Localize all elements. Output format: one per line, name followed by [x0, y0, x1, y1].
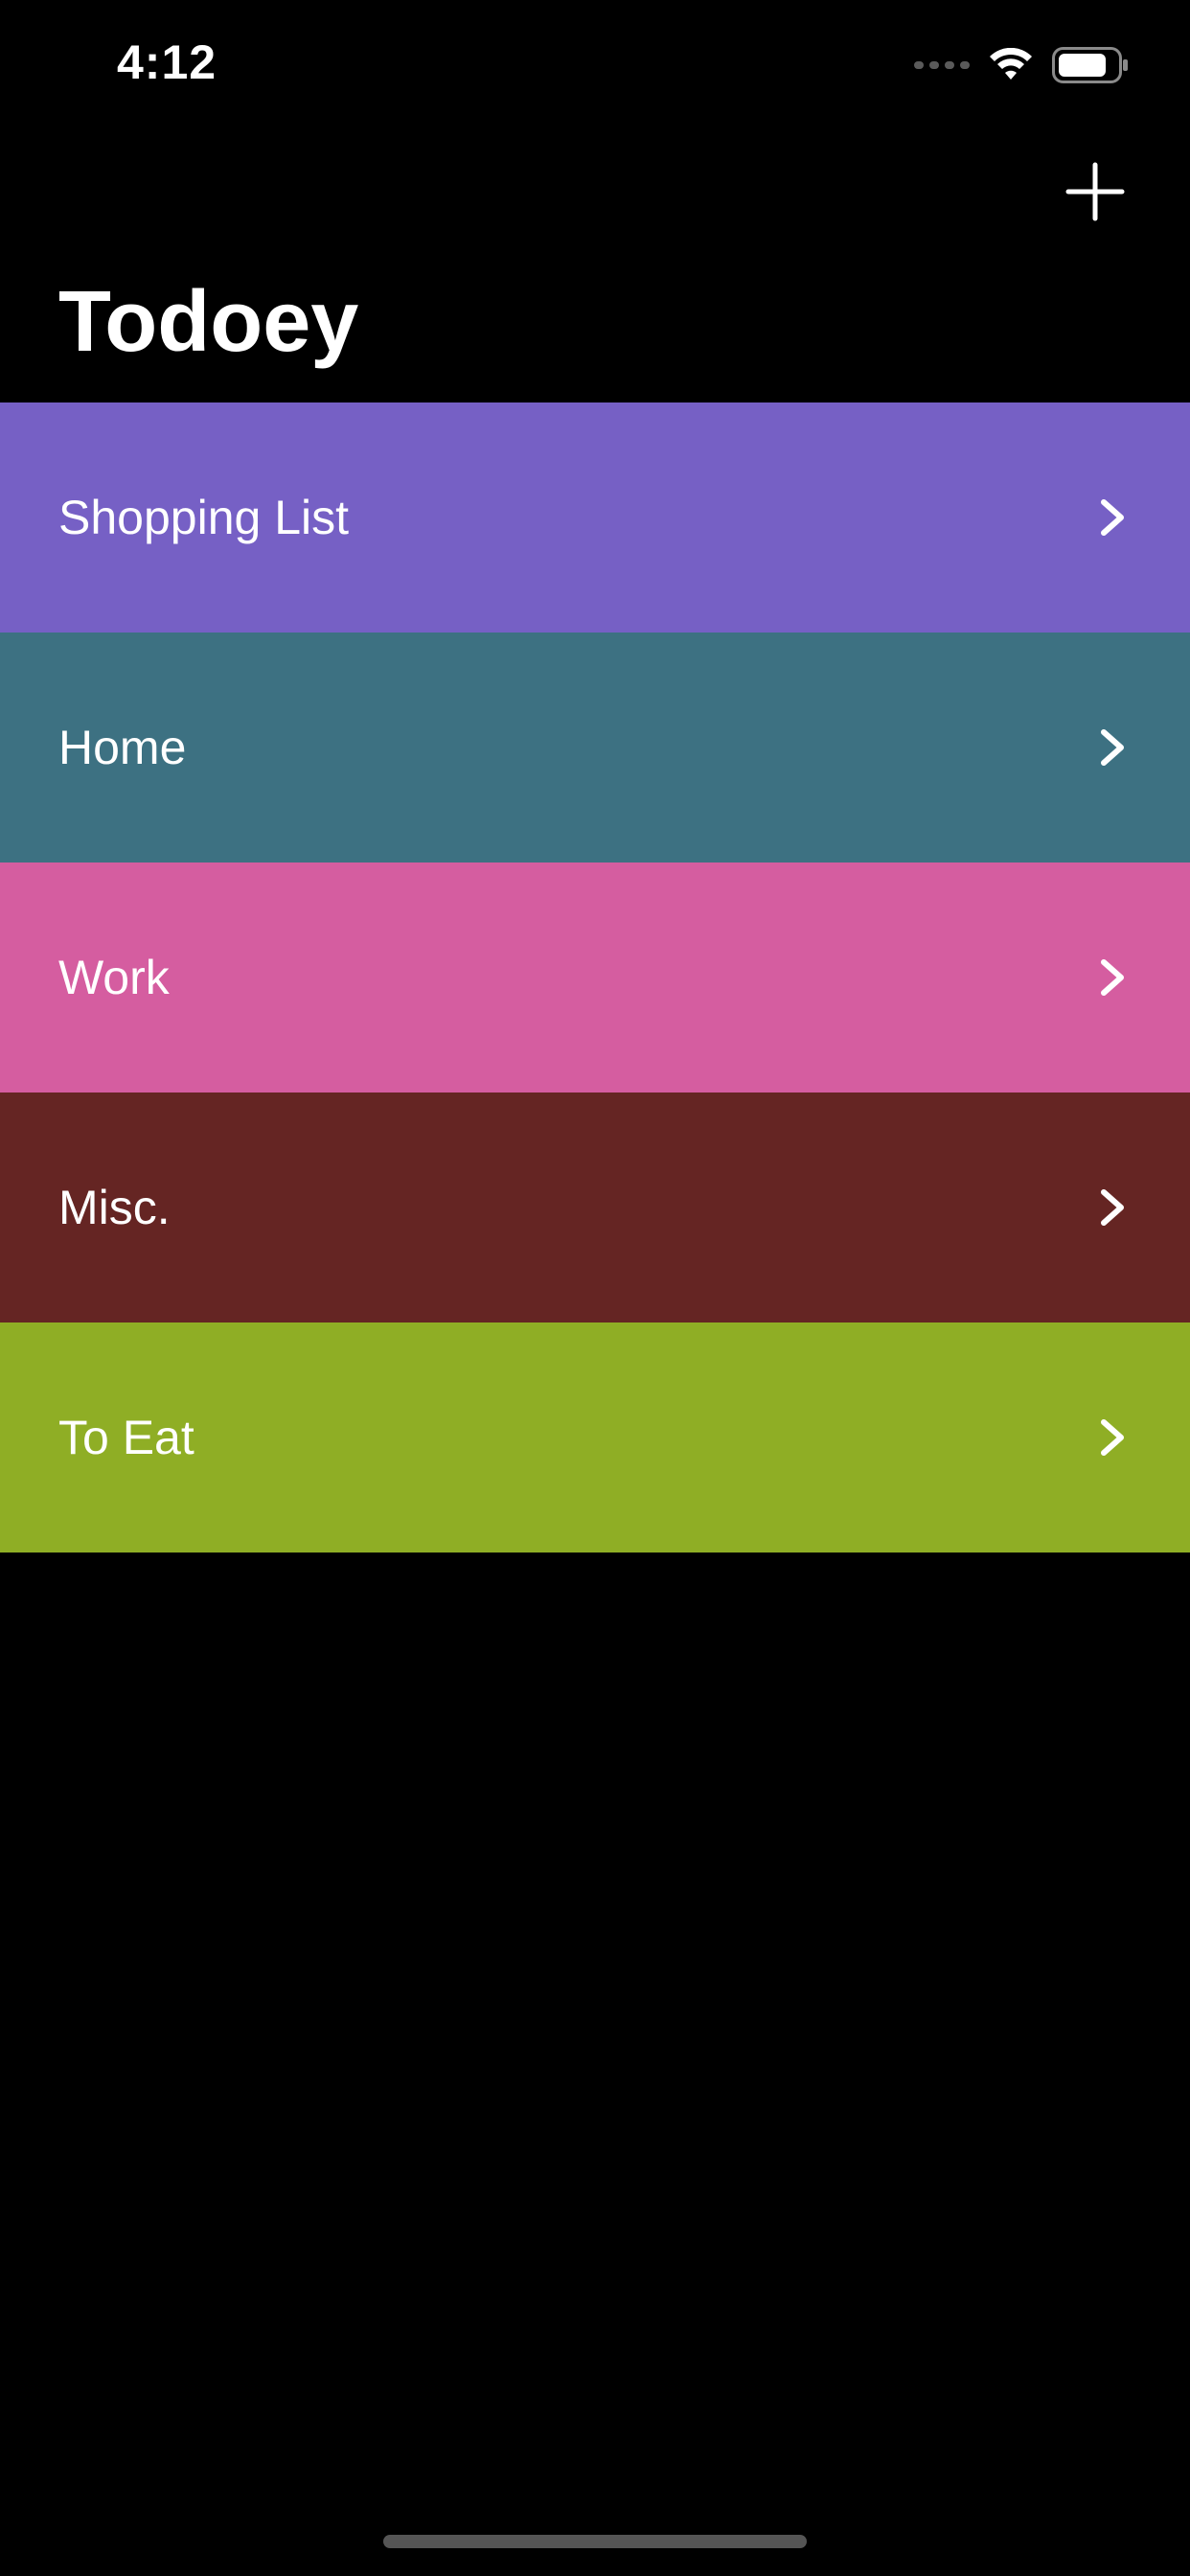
chevron-right-icon [1101, 1419, 1124, 1456]
add-category-button[interactable] [1060, 156, 1131, 227]
category-row-to-eat[interactable]: To Eat [0, 1322, 1190, 1552]
cellular-signal-icon [914, 61, 970, 69]
status-icons [914, 42, 1129, 88]
chevron-right-icon [1101, 499, 1124, 536]
category-label: Work [58, 951, 170, 1004]
category-row-home[interactable]: Home [0, 632, 1190, 862]
category-list: Shopping List Home Work Misc. To Eat [0, 402, 1190, 1552]
chevron-right-icon [1101, 1189, 1124, 1226]
status-time: 4:12 [117, 35, 217, 89]
category-label: Shopping List [58, 491, 350, 544]
battery-icon [1052, 47, 1128, 83]
category-row-shopping-list[interactable]: Shopping List [0, 402, 1190, 632]
page-title: Todoey [58, 274, 359, 370]
category-row-work[interactable]: Work [0, 862, 1190, 1092]
chevron-right-icon [1101, 959, 1124, 996]
home-indicator[interactable] [383, 2535, 807, 2548]
category-label: To Eat [58, 1411, 195, 1464]
plus-icon [1065, 162, 1125, 221]
navigation-bar: Todoey [0, 129, 1190, 402]
category-row-misc[interactable]: Misc. [0, 1092, 1190, 1322]
chevron-right-icon [1101, 729, 1124, 766]
category-label: Misc. [58, 1181, 171, 1234]
wifi-icon [990, 48, 1032, 80]
category-label: Home [58, 721, 187, 774]
status-bar: 4:12 [0, 0, 1190, 129]
